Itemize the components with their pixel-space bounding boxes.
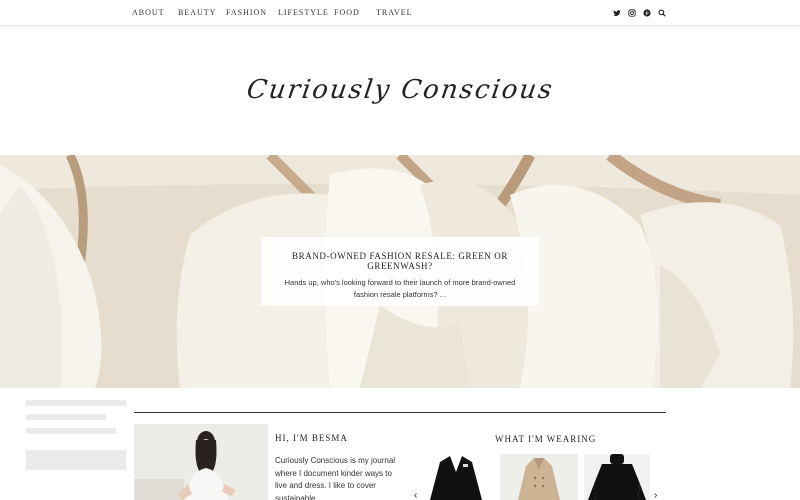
twitter-icon[interactable] <box>613 9 621 17</box>
author-photo <box>134 424 268 500</box>
site-logo[interactable]: Curiously Conscious <box>0 60 800 120</box>
black-blazer-image[interactable] <box>420 454 492 500</box>
featured-post-excerpt: Hands up, who's looking forward to their… <box>284 278 516 299</box>
about-widget-text: Curiously Conscious is my journal where … <box>275 456 396 500</box>
featured-post-title[interactable]: BRAND-OWNED FASHION RESALE: GREEN OR GRE… <box>261 251 539 271</box>
featured-post-card[interactable]: BRAND-OWNED FASHION RESALE: GREEN OR GRE… <box>261 237 539 306</box>
social-links <box>613 0 666 25</box>
nav-item-travel[interactable]: TRAVEL <box>376 8 413 17</box>
instagram-icon[interactable] <box>628 8 636 17</box>
pinterest-icon[interactable] <box>643 8 651 17</box>
carousel-prev-arrow[interactable]: ‹ <box>414 490 417 500</box>
nav-item-beauty[interactable]: BEAUTY <box>178 8 226 17</box>
faded-sidebar-decoration <box>26 400 126 470</box>
wearing-widget-title: WHAT I'M WEARING <box>495 434 597 444</box>
site-logo-text: Curiously Conscious <box>244 75 556 105</box>
carousel-next-arrow[interactable]: › <box>654 490 657 500</box>
main-menu: ABOUT BEAUTY FASHION LIFESTYLE FOOD TRAV… <box>132 0 413 25</box>
black-turtleneck-image[interactable] <box>584 454 650 500</box>
nav-item-lifestyle[interactable]: LIFESTYLE <box>278 8 334 17</box>
about-widget-title: HI, I'M BESMA <box>275 433 348 443</box>
search-icon[interactable] <box>658 8 666 17</box>
top-navigation-bar: ABOUT BEAUTY FASHION LIFESTYLE FOOD TRAV… <box>0 0 800 25</box>
nav-item-about[interactable]: ABOUT <box>132 8 178 17</box>
section-divider <box>134 412 666 413</box>
beige-trench-coat-image[interactable] <box>500 454 578 500</box>
nav-item-fashion[interactable]: FASHION <box>226 8 278 17</box>
nav-item-food[interactable]: FOOD <box>334 8 376 17</box>
